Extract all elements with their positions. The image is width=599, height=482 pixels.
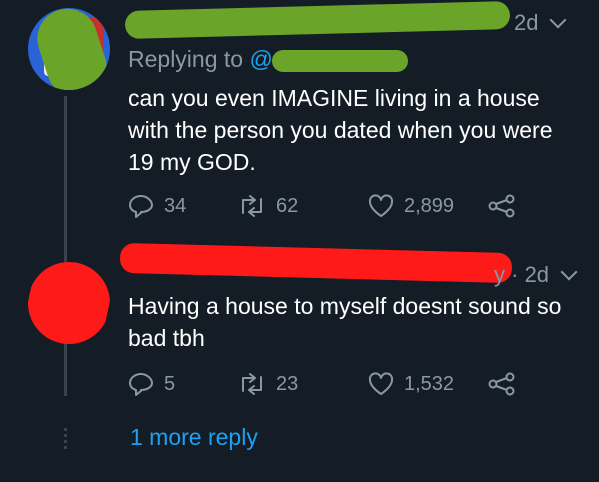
share-button[interactable] xyxy=(488,194,516,218)
redaction-mark xyxy=(272,50,408,72)
retweet-count: 62 xyxy=(276,194,299,217)
share-button[interactable] xyxy=(488,372,516,396)
like-count: 2,899 xyxy=(404,194,455,217)
tweet-actions: 34 62 2,899 xyxy=(128,194,516,218)
reply-button[interactable]: 5 xyxy=(128,372,238,396)
reply-icon xyxy=(129,195,153,218)
reply-count: 5 xyxy=(164,372,176,395)
tweet-text: Having a house to myself doesnt sound so… xyxy=(128,293,562,351)
reply-button[interactable]: 34 xyxy=(128,194,238,218)
chevron-down-icon[interactable] xyxy=(549,11,567,29)
thread-dots xyxy=(64,428,67,452)
like-button[interactable]: 1,532 xyxy=(368,372,488,396)
retweet-count: 23 xyxy=(276,372,299,395)
redaction-mark xyxy=(28,262,110,344)
tweet-meta: y · 2d xyxy=(494,262,578,288)
like-button[interactable]: 2,899 xyxy=(368,194,488,218)
tweet-actions: 5 23 1,532 xyxy=(128,372,516,396)
like-icon xyxy=(368,194,394,217)
reply-count: 34 xyxy=(164,194,187,217)
chevron-down-icon[interactable] xyxy=(560,263,578,281)
tweet-meta: 2d xyxy=(514,10,567,36)
avatar[interactable] xyxy=(28,262,110,344)
share-icon xyxy=(488,372,515,396)
timestamp[interactable]: 2d xyxy=(514,10,538,36)
timestamp[interactable]: y · 2d xyxy=(494,262,549,288)
retweet-button[interactable]: 23 xyxy=(238,373,368,396)
tweet-text: can you even IMAGINE living in a house w… xyxy=(128,85,553,175)
reply-icon xyxy=(129,373,153,396)
redaction-mark xyxy=(124,0,511,40)
thread-line xyxy=(64,96,67,396)
retweet-icon xyxy=(242,195,262,217)
more-replies-link[interactable]: 1 more reply xyxy=(130,424,258,451)
share-icon xyxy=(488,194,515,218)
redaction-mark xyxy=(119,242,513,284)
retweet-icon xyxy=(242,373,262,395)
like-count: 1,532 xyxy=(404,372,455,395)
avatar[interactable] xyxy=(28,8,110,90)
reply-handle[interactable]: @ xyxy=(249,46,272,72)
like-icon xyxy=(368,372,394,395)
replying-to: Replying to @ xyxy=(128,46,273,72)
retweet-button[interactable]: 62 xyxy=(238,195,368,218)
